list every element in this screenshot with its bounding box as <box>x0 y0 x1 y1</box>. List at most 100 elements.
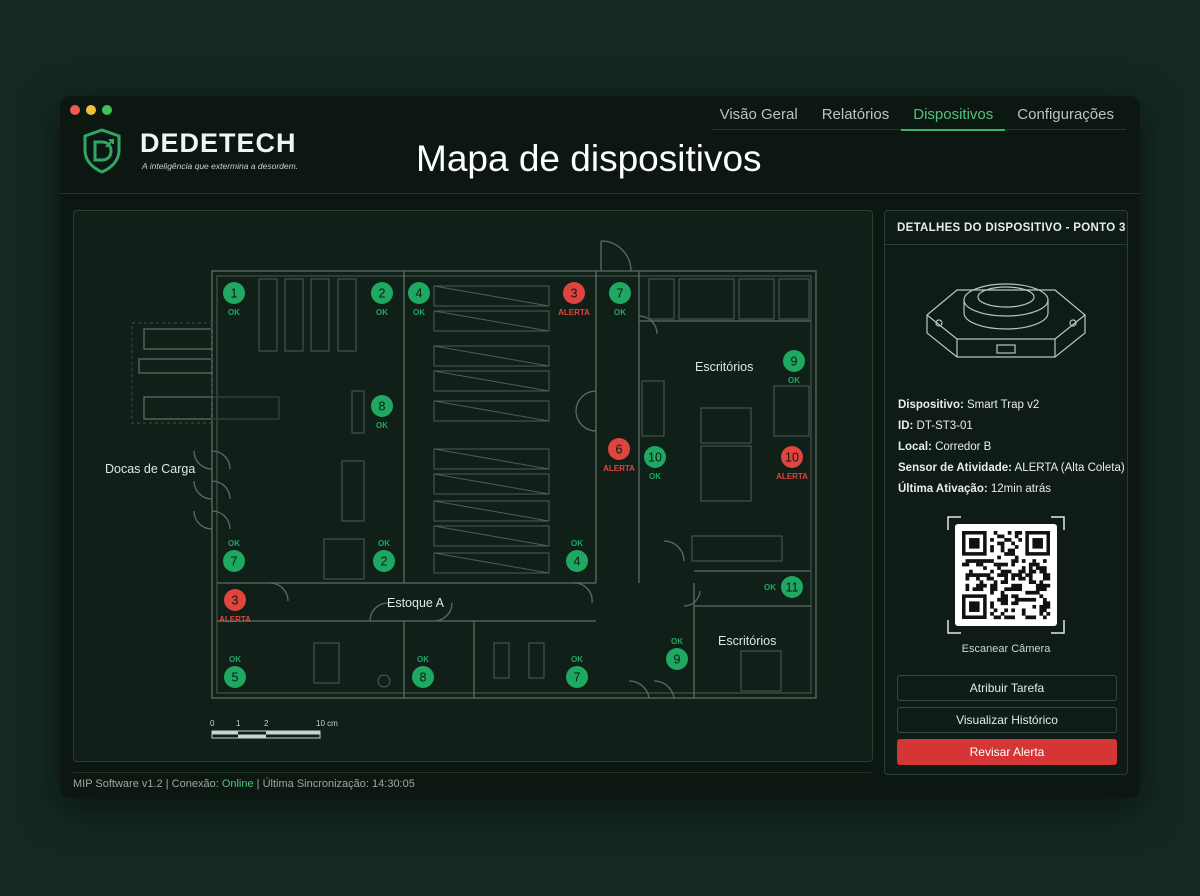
device-marker-number: 10 <box>648 451 662 465</box>
device-marker-ok[interactable]: 8 OK <box>371 395 393 430</box>
detail-id: ID: DT-ST3-01 <box>898 420 973 432</box>
brand-tagline: A inteligência que extermina a desordem. <box>142 161 299 171</box>
device-details-panel: DETALHES DO DISPOSITIVO - PONTO 3 Dispos… <box>884 210 1128 775</box>
area-label-escritorios-2: Escritórios <box>718 634 776 648</box>
device-marker-alert[interactable]: 10 ALERTA <box>776 446 808 481</box>
area-label-docas: Docas de Carga <box>105 462 195 476</box>
main-nav: Visão Geral Relatórios Dispositivos Conf… <box>708 102 1126 131</box>
device-marker-ok[interactable]: 7 OK <box>566 655 588 688</box>
scale-label: 1 <box>236 719 241 728</box>
device-marker-number: 7 <box>617 287 624 301</box>
qr-scan-label: Escanear Câmera <box>961 643 1051 655</box>
floor-map-panel: Docas de Carga Estoque A Escritórios Esc… <box>73 210 873 762</box>
smart-trap-device-icon <box>926 283 1086 358</box>
header: DEDETECH A inteligência que extermina a … <box>60 96 1140 194</box>
device-marker-status: OK <box>571 655 583 664</box>
device-marker-status: ALERTA <box>558 308 590 317</box>
device-marker-ok[interactable]: 11 OK <box>764 576 803 598</box>
tab-dispositivos[interactable]: Dispositivos <box>901 102 1006 131</box>
device-detail-list: Dispositivo: Smart Trap v2 ID: DT-ST3-01… <box>898 395 1125 500</box>
scale-label: 2 <box>264 719 269 728</box>
device-marker-status: OK <box>417 655 429 664</box>
app-window: DEDETECH A inteligência que extermina a … <box>60 96 1140 798</box>
device-marker-status: OK <box>376 308 388 317</box>
detail-device: Dispositivo: Smart Trap v2 <box>898 399 1040 411</box>
floor-plan: Docas de Carga Estoque A Escritórios Esc… <box>105 240 817 739</box>
device-marker-number: 10 <box>785 451 799 465</box>
device-marker-status: OK <box>671 637 683 646</box>
view-history-button[interactable]: Visualizar Histórico <box>897 707 1117 733</box>
device-marker-status: OK <box>229 655 241 664</box>
device-marker-ok[interactable]: 9 OK <box>783 350 805 385</box>
assign-task-button[interactable]: Atribuir Tarefa <box>897 675 1117 701</box>
area-label-escritorios-1: Escritórios <box>695 360 753 374</box>
review-alert-button[interactable]: Revisar Alerta <box>897 739 1117 765</box>
status-divider <box>73 772 871 773</box>
tab-configuracoes[interactable]: Configurações <box>1005 102 1126 131</box>
device-marker-number: 4 <box>574 555 581 569</box>
tab-visao-geral[interactable]: Visão Geral <box>708 102 810 131</box>
device-marker-ok[interactable]: 2 OK <box>373 539 395 572</box>
device-marker-ok[interactable]: 10 OK <box>644 446 666 481</box>
floor-plan-furniture <box>258 278 810 692</box>
device-marker-ok[interactable]: 4 OK <box>566 539 588 572</box>
device-marker-number: 9 <box>674 653 681 667</box>
device-marker-ok[interactable]: 7 OK <box>609 282 631 317</box>
qr-image <box>955 524 1057 626</box>
device-marker-status: ALERTA <box>219 615 251 624</box>
device-marker-number: 3 <box>571 287 578 301</box>
device-marker-ok[interactable]: 2 OK <box>371 282 393 317</box>
device-marker-status: OK <box>614 308 626 317</box>
brand-name: DEDETECH <box>140 128 297 158</box>
device-marker-number: 7 <box>574 671 581 685</box>
page-title: Mapa de dispositivos <box>416 138 762 179</box>
device-marker-number: 4 <box>416 287 423 301</box>
device-marker-number: 7 <box>231 555 238 569</box>
area-label-estoque: Estoque A <box>387 596 445 610</box>
device-marker-number: 6 <box>616 443 623 457</box>
device-marker-number: 1 <box>231 287 238 301</box>
scale-label: 10 cm <box>316 719 338 728</box>
shield-logo-icon <box>83 128 121 174</box>
device-marker-status: OK <box>649 472 661 481</box>
tab-relatorios[interactable]: Relatórios <box>810 102 902 131</box>
device-marker-ok[interactable]: 1 OK <box>223 282 245 317</box>
device-marker-status: OK <box>228 539 240 548</box>
details-title: DETALHES DO DISPOSITIVO - PONTO 3 <box>897 222 1126 234</box>
device-marker-status: OK <box>571 539 583 548</box>
device-marker-status: ALERTA <box>603 464 635 473</box>
status-bar: MIP Software v1.2 | Conexão: Online | Úl… <box>73 778 415 790</box>
device-marker-status: OK <box>228 308 240 317</box>
device-marker-number: 8 <box>379 400 386 414</box>
device-marker-number: 9 <box>791 355 798 369</box>
device-marker-number: 3 <box>232 594 239 608</box>
device-marker-number: 2 <box>379 287 386 301</box>
device-marker-ok[interactable]: 9 OK <box>666 637 688 670</box>
connection-status: Online <box>221 778 254 790</box>
device-markers: 1 OK 2 OK 4 OK 3 ALERTA 7 OK 9 OK 8 OK 6 ALERTA 10 OK 10 AL… <box>219 282 808 688</box>
device-marker-number: 5 <box>232 671 239 685</box>
device-marker-ok[interactable]: 5 OK <box>224 655 246 688</box>
device-marker-status: OK <box>788 376 800 385</box>
device-marker-alert[interactable]: 6 ALERTA <box>603 438 635 473</box>
device-marker-number: 2 <box>381 555 388 569</box>
details-divider <box>885 244 1127 245</box>
qr-code[interactable] <box>947 516 1065 634</box>
device-marker-status: OK <box>376 421 388 430</box>
scale-bar: 0 1 2 10 cm <box>210 719 338 739</box>
device-marker-status: OK <box>764 583 776 592</box>
detail-last-activation: Última Ativação: 12min atrás <box>898 483 1051 495</box>
device-marker-alert[interactable]: 3 ALERTA <box>219 589 251 624</box>
device-marker-status: ALERTA <box>776 472 808 481</box>
detail-sensor: Sensor de Atividade: ALERTA (Alta Coleta… <box>898 462 1125 474</box>
device-marker-number: 8 <box>420 671 427 685</box>
device-marker-alert[interactable]: 3 ALERTA <box>558 282 590 317</box>
detail-local: Local: Corredor B <box>898 441 992 453</box>
device-marker-number: 11 <box>786 581 799 595</box>
device-marker-ok[interactable]: 4 OK <box>408 282 430 317</box>
device-marker-status: OK <box>378 539 390 548</box>
scale-label: 0 <box>210 719 215 728</box>
device-marker-ok[interactable]: 8 OK <box>412 655 434 688</box>
device-marker-ok[interactable]: 7 OK <box>223 539 245 572</box>
qr-pattern-icon <box>962 531 1051 620</box>
